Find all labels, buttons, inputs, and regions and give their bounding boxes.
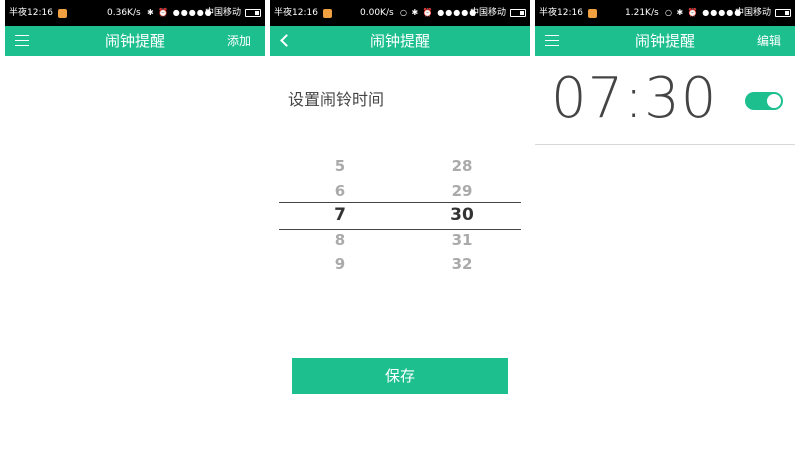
status-icons: ✱ ⏰ ●●●●● bbox=[147, 8, 213, 17]
status-bar: 半夜12:16 1.21K/s ○ ✱ ⏰ ●●●●● 中国移动 bbox=[535, 0, 795, 26]
battery-icon bbox=[775, 9, 791, 17]
network-speed: 0.00K/s bbox=[360, 8, 394, 18]
carrier-name: 中国移动 bbox=[470, 8, 507, 18]
screen-alarm-empty: 半夜12:16 0.36K/s ✱ ⏰ ●●●●● 中国移动 闹钟提醒 添加 bbox=[5, 0, 265, 471]
status-time: 半夜12:16 bbox=[539, 8, 583, 18]
alarm-toggle[interactable] bbox=[745, 92, 783, 110]
app-bar: 闹钟提醒 编辑 bbox=[535, 26, 795, 56]
status-icons: ○ ✱ ⏰ ●●●●● bbox=[400, 8, 478, 17]
status-bar: 半夜12:16 0.00K/s ○ ✱ ⏰ ●●●●● 中国移动 bbox=[270, 0, 530, 26]
set-alarm-time-label: 设置闹铃时间 bbox=[288, 90, 385, 109]
picker-selection-bottom-line bbox=[279, 229, 521, 230]
screen-set-alarm: 半夜12:16 0.00K/s ○ ✱ ⏰ ●●●●● 中国移动 闹钟提醒 设置… bbox=[270, 0, 530, 471]
hour-option-selected[interactable]: 7 bbox=[300, 203, 380, 228]
add-button[interactable]: 添加 bbox=[227, 26, 251, 56]
network-speed: 0.36K/s bbox=[107, 8, 141, 18]
page-title: 闹钟提醒 bbox=[369, 32, 430, 50]
app-bar: 闹钟提醒 bbox=[270, 26, 530, 56]
minute-option[interactable]: 31 bbox=[422, 228, 502, 253]
hour-option[interactable]: 6 bbox=[300, 179, 380, 204]
picker-selection-top-line bbox=[279, 202, 521, 203]
save-button[interactable]: 保存 bbox=[292, 358, 508, 394]
hour-option[interactable]: 8 bbox=[300, 228, 380, 253]
status-icons: ○ ✱ ⏰ ●●●●● bbox=[665, 8, 743, 17]
alarm-time[interactable]: 07:30 bbox=[551, 66, 717, 131]
minute-picker[interactable]: 28 29 30 31 32 bbox=[422, 154, 502, 277]
divider bbox=[535, 144, 795, 145]
status-time: 半夜12:16 bbox=[9, 8, 53, 18]
battery-icon bbox=[245, 9, 261, 17]
hour-option[interactable]: 5 bbox=[300, 154, 380, 179]
app-notification-icon bbox=[58, 9, 67, 18]
network-speed: 1.21K/s bbox=[625, 8, 659, 18]
app-bar: 闹钟提醒 添加 bbox=[5, 26, 265, 56]
minute-option-selected[interactable]: 30 bbox=[422, 203, 502, 228]
minute-option[interactable]: 28 bbox=[422, 154, 502, 179]
hour-option[interactable]: 9 bbox=[300, 252, 380, 277]
minute-option[interactable]: 32 bbox=[422, 252, 502, 277]
minute-option[interactable]: 29 bbox=[422, 179, 502, 204]
status-bar: 半夜12:16 0.36K/s ✱ ⏰ ●●●●● 中国移动 bbox=[5, 0, 265, 26]
edit-button[interactable]: 编辑 bbox=[757, 26, 781, 56]
app-notification-icon bbox=[588, 9, 597, 18]
hour-picker[interactable]: 5 6 7 8 9 bbox=[300, 154, 380, 277]
toggle-knob bbox=[766, 93, 782, 109]
app-notification-icon bbox=[323, 9, 332, 18]
screen-alarm-list: 半夜12:16 1.21K/s ○ ✱ ⏰ ●●●●● 中国移动 闹钟提醒 编辑… bbox=[535, 0, 795, 471]
status-time: 半夜12:16 bbox=[274, 8, 318, 18]
carrier-name: 中国移动 bbox=[735, 8, 772, 18]
battery-icon bbox=[510, 9, 526, 17]
carrier-name: 中国移动 bbox=[205, 8, 242, 18]
